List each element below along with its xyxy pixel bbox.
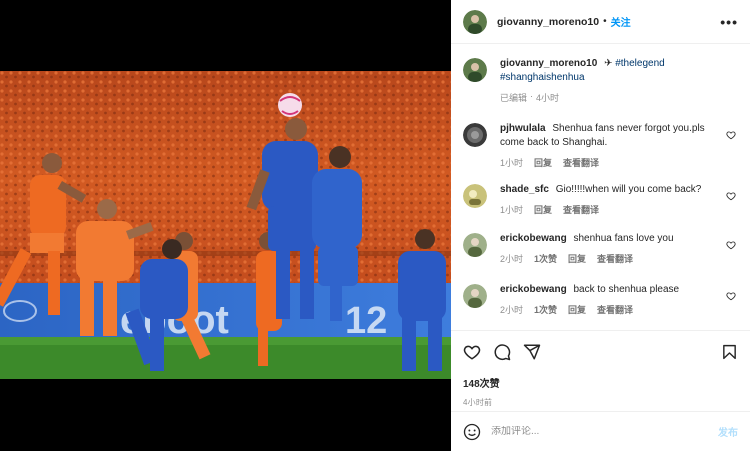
comment-item: pjhwulala Shenhua fans never forgot you.… <box>463 122 738 169</box>
comment-input[interactable] <box>491 426 718 437</box>
like-heart-icon[interactable] <box>463 343 481 361</box>
comment-username[interactable]: pjhwulala <box>500 123 546 134</box>
follow-button[interactable]: 关注 <box>611 14 631 29</box>
comment-item: erickobewang back to shenhua please 2小时 … <box>463 283 738 316</box>
comments-list[interactable]: giovanny_moreno10 ✈ #thelegend #shanghai… <box>451 45 750 330</box>
post-photo[interactable]: eboot 12 <box>0 71 451 379</box>
like-count[interactable]: 148次赞 <box>463 375 738 390</box>
comment-time: 1小时 <box>500 205 524 215</box>
post-side-panel: giovanny_moreno10 • 关注 ••• giovanny_more… <box>451 0 750 451</box>
translate-button[interactable]: 查看翻译 <box>597 303 633 316</box>
translate-button[interactable]: 查看翻译 <box>563 156 599 169</box>
reply-button[interactable]: 回复 <box>568 252 586 265</box>
comment-username[interactable]: shade_sfc <box>500 184 549 195</box>
header-separator: • <box>603 16 607 27</box>
comment-item: shade_sfc Gio!!!!!when will you come bac… <box>463 183 738 216</box>
author-avatar[interactable] <box>463 9 487 34</box>
caption-time: 4小时 <box>536 93 560 103</box>
comment-username[interactable]: erickobewang <box>500 284 567 295</box>
post-header: giovanny_moreno10 • 关注 ••• <box>451 0 750 44</box>
reply-button[interactable]: 回复 <box>534 203 552 216</box>
like-comment-heart-icon[interactable] <box>726 240 736 250</box>
like-comment-heart-icon[interactable] <box>726 291 736 301</box>
hashtag-shanghaishenhua[interactable]: #shanghaishenhua <box>500 72 585 83</box>
emoji-smiley-icon[interactable] <box>463 423 481 441</box>
commenter-avatar[interactable] <box>463 184 487 208</box>
commenter-avatar[interactable] <box>463 123 487 147</box>
translate-button[interactable]: 查看翻译 <box>563 203 599 216</box>
comment-bubble-icon[interactable] <box>493 343 511 361</box>
media-panel: eboot 12 <box>0 0 451 451</box>
svg-text:12: 12 <box>345 300 387 342</box>
caption-avatar[interactable] <box>463 58 487 82</box>
airplane-emoji: ✈ <box>604 58 613 69</box>
comment-time: 2小时 <box>500 254 524 264</box>
edited-label: 已编辑 <box>500 93 528 103</box>
comment-item: erickobewang shenhua fans love you 2小时 1… <box>463 232 738 265</box>
comment-likes[interactable]: 1次赞 <box>534 252 557 265</box>
save-bookmark-icon[interactable] <box>721 343 738 361</box>
hashtag-thelegend[interactable]: #thelegend <box>615 58 665 69</box>
comment-likes[interactable]: 1次赞 <box>534 303 557 316</box>
post-actions: 148次赞 4小时前 <box>451 330 750 408</box>
comment-text: shenhua fans love you <box>573 233 674 244</box>
like-comment-heart-icon[interactable] <box>726 130 736 140</box>
commenter-avatar[interactable] <box>463 284 487 308</box>
translate-button[interactable]: 查看翻译 <box>597 252 633 265</box>
comment-username[interactable]: erickobewang <box>500 233 567 244</box>
caption: giovanny_moreno10 ✈ #thelegend #shanghai… <box>463 57 738 104</box>
comment-text: Gio!!!!!when will you come back? <box>555 184 702 195</box>
caption-username[interactable]: giovanny_moreno10 <box>500 58 597 69</box>
comment-text: back to shenhua please <box>573 284 680 295</box>
comment-time: 1小时 <box>500 158 524 168</box>
post-time: 4小时前 <box>463 398 493 407</box>
reply-button[interactable]: 回复 <box>568 303 586 316</box>
caption-meta-dot: · <box>530 91 534 101</box>
post-comment-button[interactable]: 发布 <box>718 424 738 439</box>
reply-button[interactable]: 回复 <box>534 156 552 169</box>
commenter-avatar[interactable] <box>463 233 487 257</box>
add-comment-bar: 发布 <box>451 411 750 451</box>
post-dialog: eboot 12 giovanny_moreno10 • 关注 ••• giov… <box>0 0 750 451</box>
more-options-icon[interactable]: ••• <box>720 14 738 30</box>
share-send-icon[interactable] <box>523 343 541 361</box>
author-username[interactable]: giovanny_moreno10 <box>497 16 599 28</box>
comment-time: 2小时 <box>500 305 524 315</box>
like-comment-heart-icon[interactable] <box>726 191 736 201</box>
